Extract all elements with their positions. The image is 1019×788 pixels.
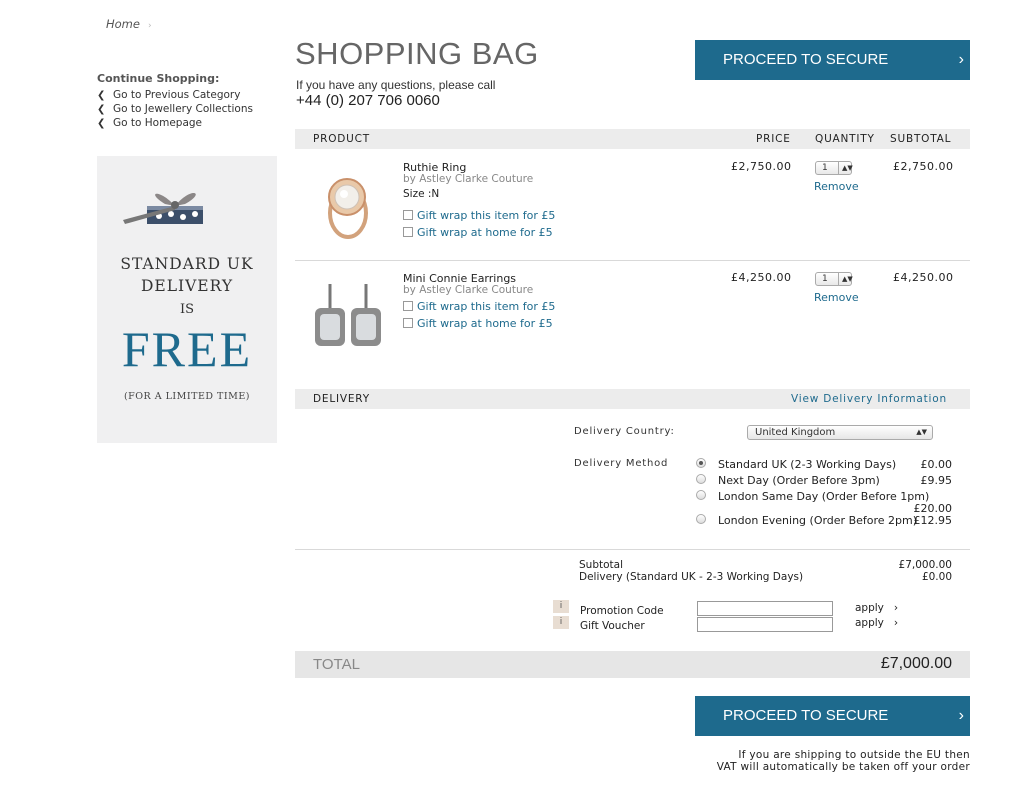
column-header-subtotal: SUBTOTAL [890,133,952,145]
remove-item-link[interactable]: Remove [814,291,859,304]
vat-note-line-1: If you are shipping to outside the EU th… [738,749,970,761]
product-price: £4,250.00 [731,271,792,284]
summary-divider [295,549,970,550]
go-to-previous-category-link[interactable]: ❮ Go to Previous Category [97,88,253,102]
delivery-option-label: London Same Day (Order Before 1pm) [718,490,930,503]
chevron-left-icon: ❮ [97,90,106,101]
dropdown-arrows-icon: ▲▼ [916,428,927,436]
breadcrumb-separator: › [147,21,152,31]
gift-voucher-input[interactable] [697,617,833,632]
delivery-country-select[interactable]: United Kingdom ▲▼ [747,425,933,440]
promotion-code-input[interactable] [697,601,833,616]
product-subtotal: £4,250.00 [893,271,954,284]
view-delivery-information-link[interactable]: View Delivery Information [791,393,947,405]
product-image-mini-connie-earrings[interactable] [303,270,393,362]
chevron-left-icon: ❮ [97,104,106,115]
subtotal-value: £7,000.00 [898,559,952,571]
promo-line-is: IS [179,302,195,317]
product-price: £2,750.00 [731,160,792,173]
vat-note-line-2: VAT will automatically be taken off your… [716,761,970,773]
delivery-option-label: London Evening (Order Before 2pm) [718,514,918,527]
apply-promotion-link[interactable]: apply › [855,602,898,614]
promo-limited-time: (FOR A LIMITED TIME) [123,391,251,402]
delivery-option-label: Standard UK (2-3 Working Days) [718,458,897,471]
product-subtotal: £2,750.00 [893,160,954,173]
gift-wrap-home-checkbox[interactable]: Gift wrap at home for £5 [403,226,553,239]
delivery-option-price: £9.95 [920,474,953,487]
chevron-left-icon: ❮ [97,118,106,129]
continue-shopping-list: ❮ Go to Previous Category ❮ Go to Jeweller… [97,88,253,130]
checkbox-icon [403,301,413,311]
go-to-homepage-link[interactable]: ❮ Go to Homepage [97,116,253,130]
breadcrumb: Home › [106,17,152,31]
chevron-right-icon: › [958,707,964,724]
product-image-ruthie-ring[interactable] [303,157,393,249]
earrings-icon [315,284,381,346]
total-value: £7,000.00 [880,655,952,672]
continue-shopping-title: Continue Shopping: [97,72,220,85]
page-title: SHOPPING BAG [295,36,539,71]
promo-line-delivery: DELIVERY [140,277,234,295]
delivery-option-price: £12.95 [913,514,953,527]
checkbox-icon [403,227,413,237]
column-header-price: PRICE [756,133,791,145]
checkbox-icon [403,318,413,328]
stepper-arrows-icon: ▲▼ [842,164,853,172]
subtotal-label: Subtotal [579,559,623,571]
column-header-quantity: QUANTITY [815,133,875,145]
promotion-code-label: Promotion Code [580,605,664,617]
product-size: Size :N [403,188,440,200]
delivery-option-price: £0.00 [920,458,953,471]
contact-phone: +44 (0) 207 706 0060 [296,92,440,109]
info-icon[interactable]: i [553,616,569,629]
promo-free-text: FREE [121,321,253,377]
quantity-select[interactable]: 1 ▲▼ [815,272,853,286]
contact-question: If you have any questions, please call [296,78,496,92]
gift-box-icon [123,192,203,224]
proceed-to-checkout-button-top[interactable]: PROCEED TO SECURE CHECKOUT › [695,40,970,108]
promo-line-standard-uk: STANDARD UK [120,255,254,273]
delivery-option-label: Next Day (Order Before 3pm) [718,474,880,487]
checkbox-icon [403,210,413,220]
chevron-right-icon: › [958,51,964,68]
gift-voucher-label: Gift Voucher [580,620,645,632]
delivery-country-label: Delivery Country: [574,426,675,437]
delivery-summary-value: £0.00 [921,571,952,583]
product-brand: by Astley Clarke Couture [403,173,534,185]
info-icon[interactable]: i [553,600,569,613]
total-label: TOTAL [313,656,360,673]
delivery-option-evening-radio[interactable] [696,514,706,524]
chevron-right-icon: › [893,617,899,629]
gift-wrap-home-checkbox[interactable]: Gift wrap at home for £5 [403,317,553,330]
free-delivery-promo[interactable]: STANDARD UK DELIVERY IS FREE (FOR A LIMI… [97,156,277,443]
breadcrumb-home-link[interactable]: Home [106,17,140,31]
quantity-select[interactable]: 1 ▲▼ [815,161,853,175]
ring-icon [328,178,368,239]
remove-item-link[interactable]: Remove [814,180,859,193]
delivery-method-label: Delivery Method [574,458,669,469]
column-header-product: PRODUCT [313,133,371,145]
delivery-header: DELIVERY [313,393,370,405]
delivery-option-standard-radio[interactable] [696,458,706,468]
stepper-arrows-icon: ▲▼ [842,275,853,283]
delivery-summary-label: Delivery (Standard UK - 2-3 Working Days… [579,571,804,583]
row-divider [295,260,970,261]
product-brand: by Astley Clarke Couture [403,284,534,296]
gift-wrap-item-checkbox[interactable]: Gift wrap this item for £5 [403,209,555,222]
delivery-option-next-day-radio[interactable] [696,474,706,484]
gift-wrap-item-checkbox[interactable]: Gift wrap this item for £5 [403,300,555,313]
go-to-jewellery-collections-link[interactable]: ❮ Go to Jewellery Collections [97,102,253,116]
delivery-option-same-day-radio[interactable] [696,490,706,500]
proceed-to-checkout-button-bottom[interactable]: PROCEED TO SECURE CHECKOUT › [695,696,970,764]
chevron-right-icon: › [893,602,899,614]
apply-voucher-link[interactable]: apply › [855,617,898,629]
